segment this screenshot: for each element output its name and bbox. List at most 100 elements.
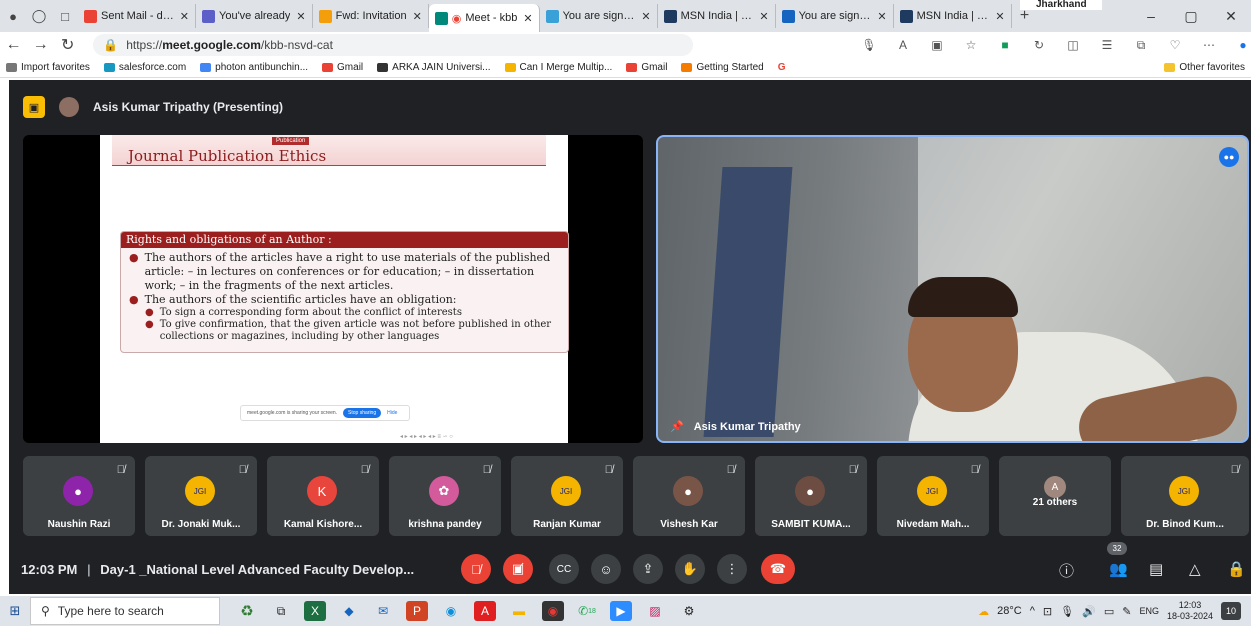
tab-you-already[interactable]: You've already ✕ [196,4,313,28]
tab-msn-2[interactable]: MSN India | Bre ✕ [894,4,1012,28]
favorite-item[interactable]: ARKA JAIN Universi... [377,62,491,73]
presenter-camera[interactable]: ●● 📌 Asis Kumar Tripathy [656,135,1249,443]
refresh-button[interactable]: ↻ [54,35,81,55]
captions-button[interactable]: CC [549,554,579,584]
close-icon[interactable]: ✕ [180,10,189,23]
emoji-button[interactable]: ☺ [591,554,621,584]
close-window-button[interactable]: ✕ [1211,8,1251,25]
more-options-button[interactable]: ⋮ [717,554,747,584]
tab-you-signed-2[interactable]: You are signed ✕ [776,4,894,28]
present-icon[interactable]: ▣ [23,96,45,118]
pin-icon[interactable]: 📌 [670,420,684,433]
chevron-up-icon[interactable]: ^ [1030,605,1035,617]
acrobat-icon[interactable]: A [474,601,496,621]
maximize-button[interactable]: ▢ [1171,8,1211,25]
hide-link[interactable]: Hide [387,410,397,416]
favorite-item[interactable]: salesforce.com [103,62,186,73]
leave-call-button[interactable]: ☎ [761,554,795,584]
minimize-button[interactable]: – [1131,8,1171,25]
favorite-item[interactable]: Gmail [626,62,667,73]
people-icon[interactable]: 👥 [1109,560,1128,578]
participant-tile[interactable]: 🎙̸ JGI Dr. Jonaki Muk... [145,456,257,536]
edge-icon[interactable]: ◉ [440,601,462,621]
activities-icon[interactable]: △ [1189,560,1201,578]
tab-sent-mail[interactable]: Sent Mail - dr.b ✕ [78,4,196,28]
url-field[interactable]: 🔒 https://meet.google.com/kbb-nsvd-cat [93,34,694,56]
stop-sharing-button[interactable]: Stop sharing [343,408,382,418]
tab-actions-icon[interactable]: □ [52,9,78,24]
clock[interactable]: 12:03 18-03-2024 [1167,600,1213,622]
whatsapp-icon[interactable]: ✆ 18 [576,601,598,621]
favorite-item[interactable]: Getting Started [681,62,764,73]
close-icon[interactable]: ✕ [413,10,422,23]
pen-icon[interactable]: ✎ [1122,605,1131,618]
tab-you-signed-1[interactable]: You are signed ✕ [540,4,658,28]
excel-icon[interactable]: X [304,601,326,621]
reload-extension-icon[interactable]: ↻ [1031,38,1047,52]
other-favorites[interactable]: Other favorites [1164,62,1245,73]
task-view-icon[interactable]: ⧉ [270,601,292,621]
app-icon[interactable]: ◆ [338,601,360,621]
taskbar-search[interactable]: ⚲ Type here to search [30,597,220,625]
more-icon[interactable]: ⋯ [1201,38,1217,52]
recycle-icon[interactable]: ♻ [236,601,258,621]
present-button[interactable]: ⇪ [633,554,663,584]
split-screen-icon[interactable]: ◫ [1065,38,1081,52]
extension-icon[interactable]: ■ [997,38,1013,52]
network-icon[interactable]: ⊡ [1043,605,1052,618]
notifications-icon[interactable]: 10 [1221,602,1241,620]
performance-icon[interactable]: ♡ [1167,38,1183,52]
chart-app-icon[interactable]: ▨ [644,601,666,621]
favorite-item[interactable]: Import favorites [6,62,90,73]
weather-icon[interactable]: ☁ [978,605,989,618]
volume-icon[interactable]: 🔊 [1082,605,1096,618]
mail-icon[interactable]: ✉ [372,601,394,621]
participant-tile[interactable]: 🎙̸ ● SAMBIT KUMA... [755,456,867,536]
file-explorer-icon[interactable]: ▬ [508,601,530,621]
host-controls-icon[interactable]: 🔒 [1227,560,1246,578]
favorite-item[interactable]: G [778,62,786,73]
workspaces-icon[interactable]: ◯ [26,8,52,24]
tab-msn-1[interactable]: MSN India | Bre ✕ [658,4,776,28]
collections-icon[interactable]: ⧉ [1133,38,1149,53]
read-aloud-icon[interactable]: A [895,38,911,52]
recorder-icon[interactable]: ◉ [542,601,564,621]
favorites-list-icon[interactable]: ☰ [1099,38,1115,52]
participant-tile[interactable]: 🎙̸ JGI Dr. Binod Kum... [1121,456,1249,536]
close-icon[interactable]: ✕ [759,10,768,23]
zoom-icon[interactable]: ▶ [610,601,632,621]
participant-tile[interactable]: 🎙̸ K Kamal Kishore... [267,456,379,536]
close-icon[interactable]: ✕ [296,10,305,23]
microphone-button[interactable]: 🎙̸ [461,554,491,584]
participant-tile[interactable]: 🎙̸ JGI Nivedam Mah... [877,456,989,536]
participant-tile[interactable]: 🎙̸ ● Vishesh Kar [633,456,745,536]
mic-tray-icon[interactable]: 🎙 [1060,605,1074,618]
favorite-star-icon[interactable]: ☆ [963,38,979,52]
battery-icon[interactable]: ▭ [1104,605,1114,618]
copilot-icon[interactable]: ● [1235,38,1251,52]
powerpoint-icon[interactable]: P [406,601,428,621]
raise-hand-button[interactable]: ✋ [675,554,705,584]
close-icon[interactable]: ✕ [995,10,1004,23]
favorite-item[interactable]: Can I Merge Multip... [504,62,612,73]
favorite-item[interactable]: photon antibunchin... [200,62,308,73]
close-icon[interactable]: ✕ [523,12,532,25]
back-button[interactable]: ← [0,36,27,54]
participant-tile[interactable]: 🎙̸ JGI Ranjan Kumar [511,456,623,536]
profile-icon[interactable]: ● [0,9,26,24]
slide-navigation[interactable]: ◂ ▸ ◂ ▸ ◂ ▸ ◂ ▸ ≡ ∽ ○ [400,433,453,440]
microphone-icon[interactable]: 🎙 [861,38,877,52]
tab-meet[interactable]: ◉ Meet - kbb ✕ [428,4,540,32]
forward-button[interactable]: → [27,36,54,54]
info-icon[interactable]: ⓘ [1059,560,1074,581]
close-icon[interactable]: ✕ [641,10,650,23]
chat-icon[interactable]: ▤ [1149,560,1163,578]
others-tile[interactable]: A 21 others [999,456,1111,536]
favorite-item[interactable]: Gmail [322,62,363,73]
participant-tile[interactable]: 🎙̸ ● Naushin Razi [23,456,135,536]
hd-icon[interactable]: ▣ [929,38,945,52]
close-icon[interactable]: ✕ [877,10,886,23]
shared-screen[interactable]: Publication Journal Publication Ethics R… [23,135,643,443]
participant-tile[interactable]: 🎙̸ ✿ krishna pandey [389,456,501,536]
settings-icon[interactable]: ⚙ [678,601,700,621]
